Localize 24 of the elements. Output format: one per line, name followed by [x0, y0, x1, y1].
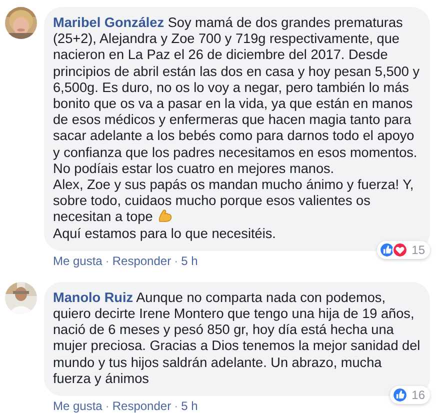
action-link[interactable]: Me gusta: [53, 252, 102, 269]
comment-text: Maribel González Soy mamá de dos grandes prematuras (25+2), Alejandra y Zoe 700 y 719g respectivamente, que nacieron en La Paz el 26 de diciembre del 2017. Desde principios de abril están las dos en casa y hoy pesan 5,500 y 6,500g. Es duro, no os lo voy a negar, pero también lo más bonito que os va a pasar en la vida, ya que están en manos de esos médicos y enfermeras que hacen magia tanto para sacar adelante a los bebés como para darnos todo el apoyo y confianza que los padres necesitamos en esos momentos.: [53, 15, 421, 161]
action-link[interactable]: Responder: [112, 398, 172, 413]
thumbs-up-icon: [378, 242, 395, 258]
separator-dot: ·: [105, 398, 110, 413]
comment-text: Manolo Ruiz Aunque no comparta nada con podemos, quiero decirte Irene Montero que tengo una hija de 19 años, nació de 6 meses y pesó 850 gr, hoy día está hecha una mujer preciosa. Gracias a Dios tenemos la mejor sanidad del mundo y tus hijos saldrán adelante. Un abrazo, mucha fuerza y ánimos: [53, 290, 422, 388]
separator-dot: ·: [105, 252, 110, 269]
reaction-count: 15: [412, 242, 425, 257]
thumbs-up-icon: [392, 387, 408, 404]
flexed-arm-icon: [156, 209, 173, 224]
action-link[interactable]: Me gusta: [53, 398, 102, 413]
comment-text: No podíais estar los cuatro en mejores manos.: [53, 160, 336, 178]
comment-text: Alex, Zoe y sus papás os mandan mucho ánimo y fuerza! Y, sobre todo, cuidaos mucho porque esos valientes os necesitan a tope: [53, 177, 415, 226]
reaction-count: 16: [412, 388, 425, 402]
timestamp[interactable]: 5 h: [181, 398, 198, 413]
author-link[interactable]: Maribel González: [53, 15, 164, 30]
reactions-badge[interactable]: 16: [390, 386, 430, 404]
timestamp[interactable]: 5 h: [181, 252, 198, 269]
separator-dot: ·: [174, 252, 178, 269]
author-link[interactable]: Manolo Ruiz: [53, 290, 134, 305]
comment-text: Aquí estamos para lo que necesitéis.: [53, 226, 277, 242]
reactions-badge[interactable]: 15: [376, 240, 430, 259]
separator-dot: ·: [174, 398, 178, 413]
action-link[interactable]: Responder: [112, 252, 172, 269]
